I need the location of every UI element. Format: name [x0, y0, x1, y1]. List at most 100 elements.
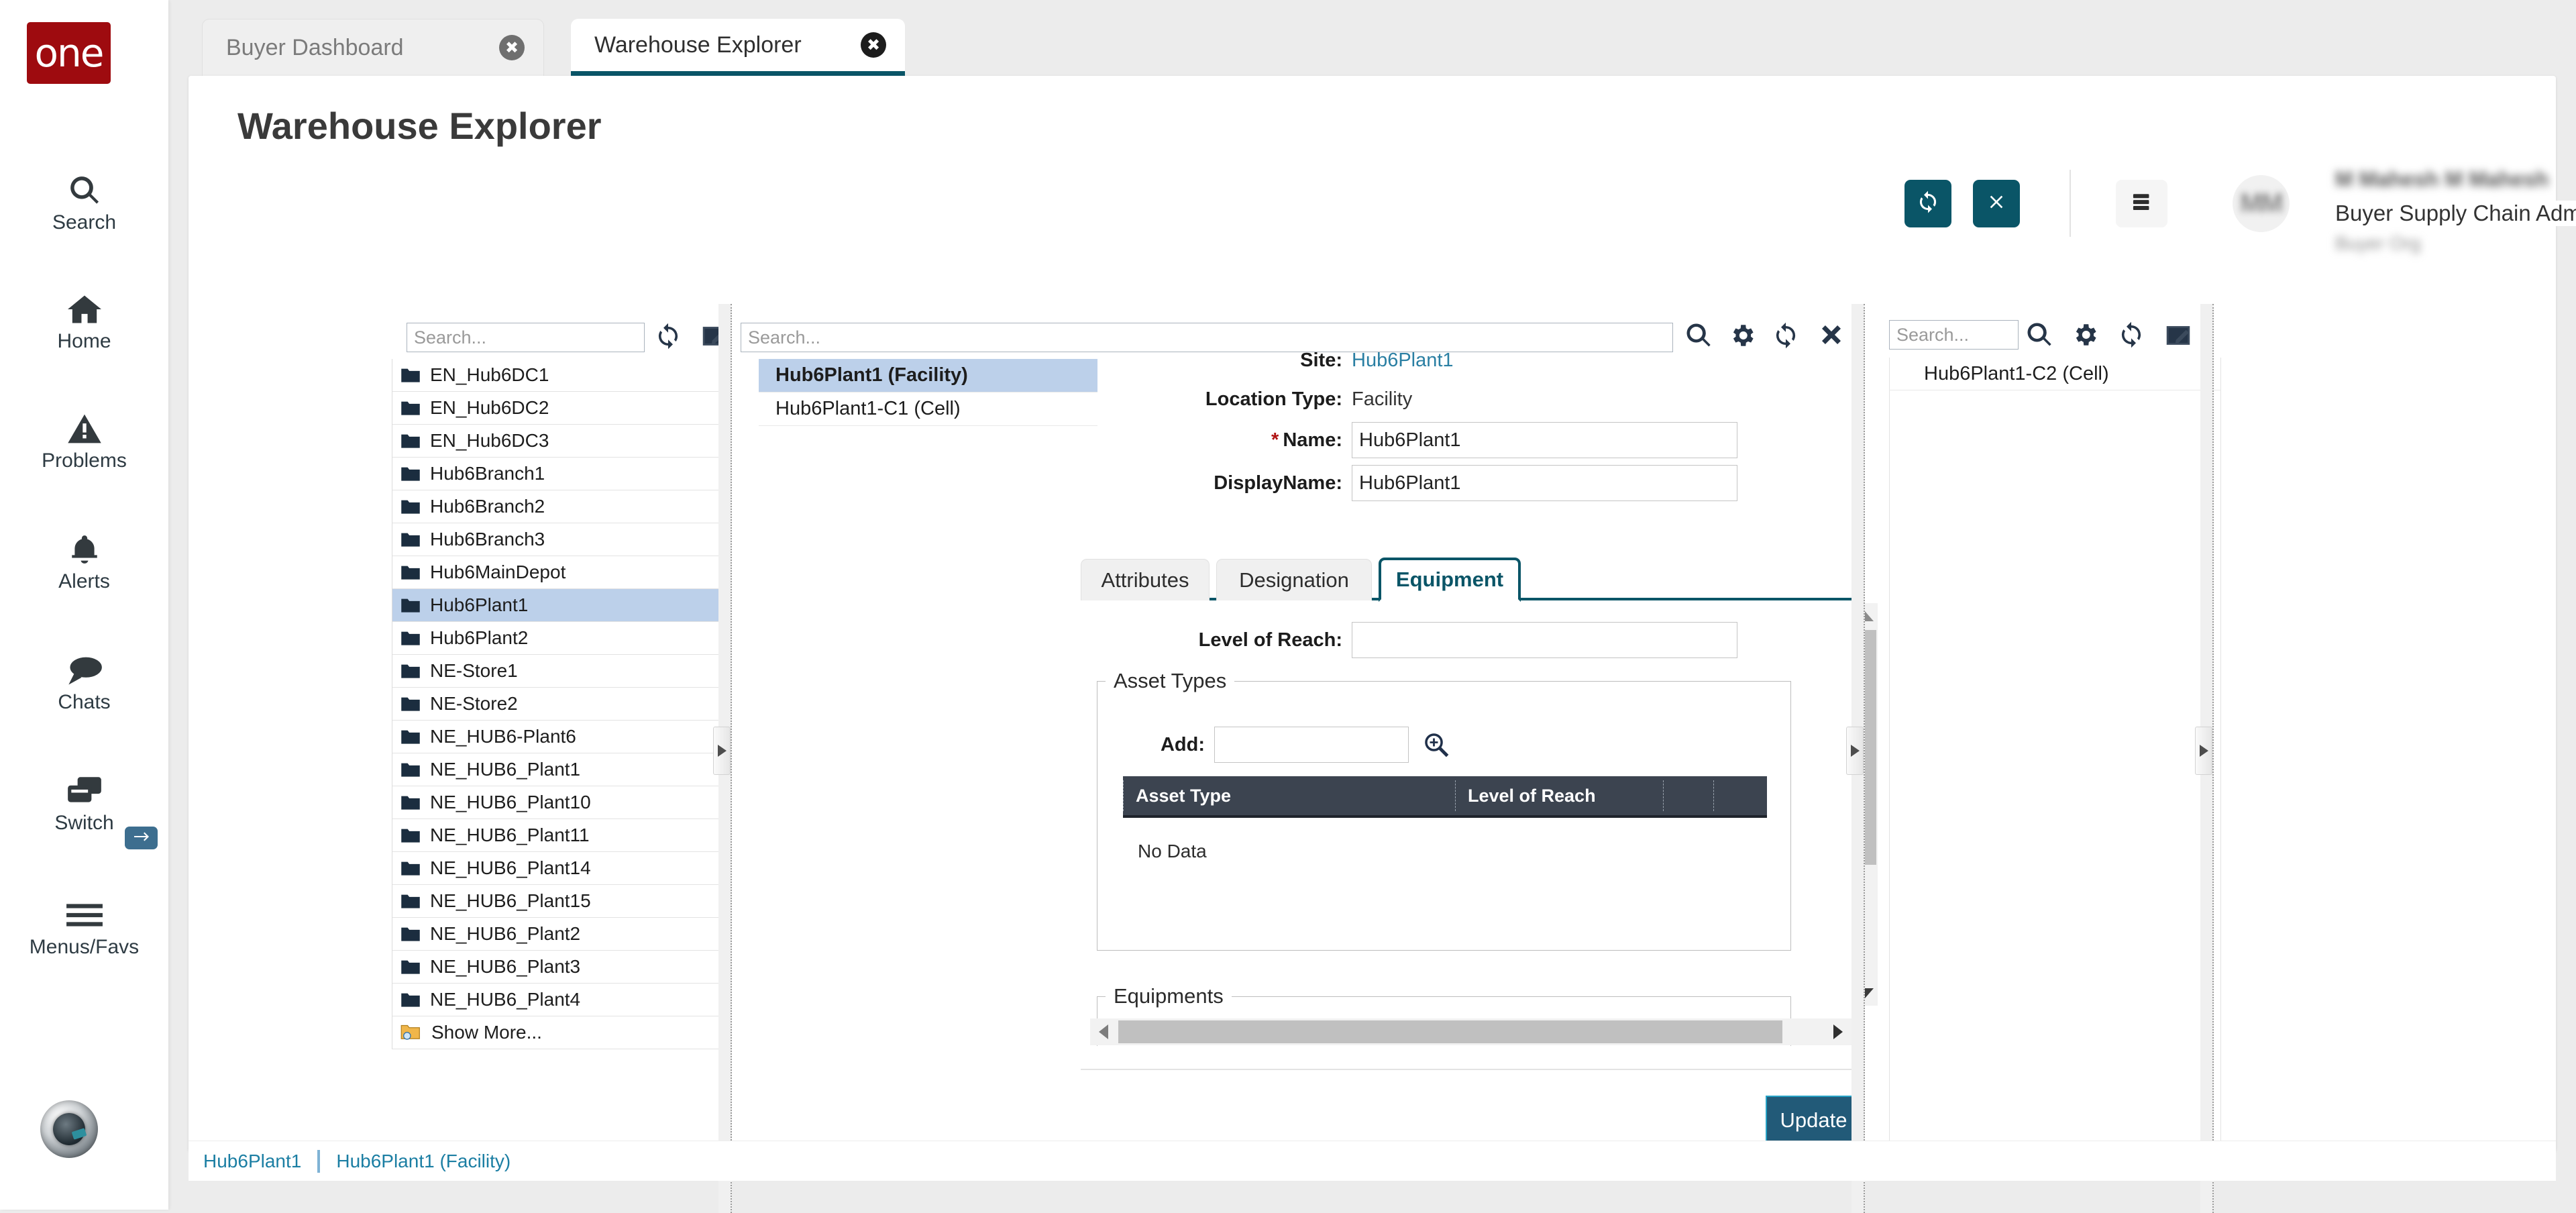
tree-search-input[interactable]	[407, 323, 645, 352]
tab-buyer-dashboard[interactable]: Buyer Dashboard ✖	[202, 19, 544, 76]
folder-icon	[400, 893, 421, 909]
close-icon[interactable]: ✖	[499, 35, 525, 60]
tree-item-label: EN_Hub6DC2	[430, 397, 549, 419]
tree-item[interactable]: Hub6Plant1	[392, 589, 727, 622]
cell-item[interactable]: Hub6Plant1-C2 (Cell)	[1889, 358, 2221, 390]
column-header-level-of-reach[interactable]: Level of Reach	[1455, 780, 1663, 811]
refresh-icon[interactable]	[653, 321, 684, 352]
breadcrumb-item-0[interactable]: Hub6Plant1	[203, 1151, 301, 1172]
splitter-2[interactable]	[1851, 304, 1865, 1213]
tree-item[interactable]: Hub6MainDepot	[392, 556, 727, 589]
edit-pencil-icon[interactable]	[2163, 320, 2194, 351]
nav-item-search[interactable]: Search	[0, 171, 168, 234]
name-input[interactable]	[1352, 422, 1737, 458]
gear-icon[interactable]	[2069, 319, 2101, 351]
tree-item[interactable]: NE_HUB6_Plant1	[392, 753, 727, 786]
equipment-tab-body: Level of Reach: Asset Types Add:	[1081, 603, 1862, 1046]
location-type-value: Facility	[1352, 388, 1412, 411]
tree-item[interactable]: Hub6Branch3	[392, 523, 727, 556]
tree-item[interactable]: NE_HUB6_Plant3	[392, 951, 727, 984]
tree-item[interactable]: NE_HUB6_Plant4	[392, 984, 727, 1016]
asset-types-legend: Asset Types	[1106, 669, 1234, 693]
tree-item[interactable]: Hub6Plant2	[392, 622, 727, 655]
tree-item[interactable]: NE-Store1	[392, 655, 727, 688]
search-icon[interactable]	[2023, 319, 2055, 351]
tree-item[interactable]: EN_Hub6DC2	[392, 392, 727, 425]
splitter-grip[interactable]	[1846, 727, 1864, 775]
detail-horizontal-scrollbar[interactable]	[1090, 1018, 1851, 1045]
tree-item-label: Hub6Branch3	[430, 529, 545, 550]
name-label: *Name:	[1081, 429, 1342, 452]
user-block[interactable]: M Mahesh M Mahesh Buyer Supply Chain Adm…	[2335, 163, 2576, 244]
tree-item[interactable]: NE-Store2	[392, 688, 727, 721]
nav-item-home[interactable]: Home	[0, 290, 168, 353]
tab-equipment[interactable]: Equipment	[1379, 558, 1521, 602]
nav-item-switch[interactable]: Switch	[0, 772, 168, 835]
tree-item-label: Hub6Plant1	[430, 594, 528, 616]
folder-icon	[400, 761, 421, 778]
magnify-plus-icon[interactable]	[1422, 731, 1450, 759]
site-row: Site: Hub6Plant1	[1081, 350, 1658, 372]
splitter-grip[interactable]	[713, 727, 731, 775]
close-icon[interactable]: ✖	[861, 32, 886, 58]
asset-add-input[interactable]	[1214, 727, 1409, 763]
column-header-asset-type[interactable]: Asset Type	[1123, 780, 1455, 811]
refresh-icon[interactable]	[2115, 319, 2147, 351]
nav-item-menus-favs[interactable]: Menus/Favs	[0, 896, 168, 959]
cell-list-body	[1889, 358, 2221, 1163]
tree-item[interactable]: NE_HUB6-Plant6	[392, 721, 727, 753]
tree-panel: EN_Hub6DC1EN_Hub6DC2EN_Hub6DC3Hub6Branch…	[202, 304, 551, 1213]
tree-item[interactable]: Hub6Branch1	[392, 458, 727, 490]
update-button[interactable]: Update	[1766, 1096, 1862, 1145]
tree-item[interactable]: NE_HUB6_Plant10	[392, 786, 727, 819]
tree-item-label: NE_HUB6_Plant3	[430, 956, 580, 978]
header-refresh-button[interactable]	[1904, 180, 1951, 227]
scroll-left-icon[interactable]	[1090, 1018, 1117, 1045]
splitter-3[interactable]	[2200, 304, 2214, 1213]
level-of-reach-input[interactable]	[1352, 622, 1737, 658]
column-header-blank-2[interactable]	[1713, 780, 1767, 811]
header-menu-button[interactable]	[2116, 180, 2167, 227]
user-avatar-orb[interactable]	[40, 1100, 98, 1158]
cell-search-input[interactable]	[1889, 320, 2019, 350]
facility-panel: Hub6Plant1 (Facility)Hub6Plant1-C1 (Cell…	[739, 304, 1087, 1213]
facility-item[interactable]: Hub6Plant1-C1 (Cell)	[759, 392, 1097, 426]
tab-label: Buyer Dashboard	[203, 35, 499, 61]
splitter-grip[interactable]	[2195, 727, 2212, 775]
tab-attributes[interactable]: Attributes	[1081, 559, 1210, 600]
tree-item[interactable]: NE_HUB6_Plant2	[392, 918, 727, 951]
avatar[interactable]: MM	[2233, 175, 2290, 232]
cell-list: Hub6Plant1-C2 (Cell)	[1889, 358, 2221, 390]
nav-item-alerts[interactable]: Alerts	[0, 530, 168, 593]
tree-item[interactable]: EN_Hub6DC3	[392, 425, 727, 458]
display-name-input[interactable]	[1352, 465, 1737, 501]
tree-item[interactable]: NE_HUB6_Plant11	[392, 819, 727, 852]
user-name: M Mahesh M Mahesh	[2335, 167, 2548, 192]
switch-toggle-badge[interactable]	[125, 827, 158, 849]
nav-item-problems[interactable]: Problems	[0, 409, 168, 472]
site-link[interactable]: Hub6Plant1	[1352, 350, 1454, 372]
scroll-right-icon[interactable]	[1825, 1018, 1851, 1045]
chat-bubble-icon	[66, 651, 103, 690]
tree-item[interactable]: EN_Hub6DC1	[392, 359, 727, 392]
page-header: Warehouse Explorer MM M Mahesh M Mahesh …	[189, 76, 2556, 178]
brand-logo[interactable]: one	[27, 22, 111, 84]
nav-item-chats[interactable]: Chats	[0, 651, 168, 714]
horizontal-scroll-thumb[interactable]	[1118, 1020, 1782, 1043]
show-more-item[interactable]: Show More...	[392, 1016, 727, 1049]
facility-item[interactable]: Hub6Plant1 (Facility)	[759, 359, 1097, 392]
asset-types-group: Asset Types Add: Asset	[1097, 669, 1791, 951]
tree-item[interactable]: Hub6Branch2	[392, 490, 727, 523]
nav-label: Search	[52, 211, 116, 234]
column-header-blank-1[interactable]	[1663, 780, 1713, 811]
splitter-1[interactable]	[718, 304, 732, 1213]
folder-icon	[400, 433, 421, 449]
tab-designation[interactable]: Designation	[1216, 559, 1372, 600]
tab-warehouse-explorer[interactable]: Warehouse Explorer ✖	[571, 19, 905, 76]
nav-label: Switch	[54, 812, 113, 835]
level-of-reach-row: Level of Reach:	[1081, 622, 1737, 658]
tree-item[interactable]: NE_HUB6_Plant14	[392, 852, 727, 885]
header-close-button[interactable]	[1973, 180, 2020, 227]
breadcrumb-item-1[interactable]: Hub6Plant1 (Facility)	[336, 1151, 511, 1172]
tree-item[interactable]: NE_HUB6_Plant15	[392, 885, 727, 918]
